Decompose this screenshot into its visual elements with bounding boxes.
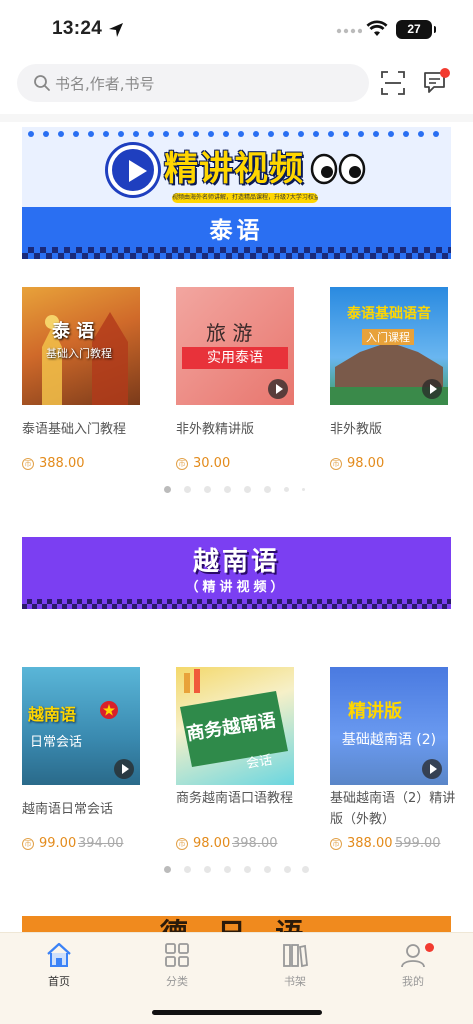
thumb-subtitle: 会话 bbox=[245, 753, 274, 772]
banner-subtitle: 视频由海外名师讲解，打造精品课程，升级7大学习权益 bbox=[172, 193, 318, 203]
thumb-title: 精讲版 bbox=[348, 701, 402, 722]
decorative-dots bbox=[28, 131, 439, 137]
tab-bookshelf[interactable]: 书架 bbox=[255, 941, 335, 991]
notification-dot bbox=[425, 943, 434, 952]
thai-video-banner[interactable]: 精讲视频 视频由海外名师讲解，打造精品课程，升级7大学习权益 泰语 bbox=[22, 127, 451, 259]
course-price: 98.00 bbox=[347, 456, 385, 471]
bookshelf-icon bbox=[283, 944, 308, 968]
search-icon bbox=[34, 75, 50, 91]
price-row: 币 98.00 398.00 bbox=[176, 835, 316, 853]
course-title: 非外教版 bbox=[330, 422, 383, 437]
coin-icon: 币 bbox=[330, 838, 342, 850]
course-thumbnail: 泰语基础语音 入门课程 bbox=[330, 287, 448, 405]
course-thumbnail: 商务越南语 会话 bbox=[176, 667, 294, 785]
user-icon bbox=[401, 944, 425, 968]
location-arrow-icon bbox=[109, 23, 123, 37]
original-price: 394.00 bbox=[78, 836, 124, 851]
home-indicator bbox=[152, 1010, 322, 1015]
course-title: 非外教精讲版 bbox=[176, 422, 255, 437]
course-title: 商务越南语口语教程 bbox=[176, 791, 294, 806]
coin-icon: 币 bbox=[22, 838, 34, 850]
course-thumbnail: 精讲版 基础越南语 (2) bbox=[330, 667, 448, 785]
checker-pattern bbox=[22, 247, 451, 259]
play-icon bbox=[422, 379, 442, 399]
banner-language-label: 泰语 bbox=[209, 218, 264, 244]
grid-icon bbox=[165, 943, 189, 967]
thumb-subtitle: 实用泰语 bbox=[182, 347, 288, 369]
course-price: 388.00 bbox=[347, 836, 393, 851]
play-icon bbox=[108, 145, 158, 195]
cartoon-eyes-icon bbox=[310, 153, 366, 185]
thumb-title: 泰 语 bbox=[52, 321, 95, 342]
coin-icon: 币 bbox=[176, 838, 188, 850]
checker-pattern bbox=[22, 599, 451, 609]
thumb-title: 旅 游 bbox=[206, 321, 253, 345]
course-title: 泰语基础入门教程 bbox=[22, 422, 127, 437]
banner-title: 精讲视频 bbox=[164, 149, 304, 189]
search-input[interactable]: 书名,作者,书号 bbox=[17, 64, 369, 102]
vietnamese-video-banner[interactable]: 越南语 （精讲视频） bbox=[22, 537, 451, 609]
price-row: 币 30.00 bbox=[176, 455, 316, 473]
play-icon bbox=[422, 759, 442, 779]
tab-label: 首页 bbox=[48, 975, 70, 988]
course-title: 基础越南语（2）精讲版（外教） bbox=[330, 791, 456, 827]
battery-indicator: 27 bbox=[396, 20, 436, 39]
course-title: 越南语日常会话 bbox=[22, 802, 114, 817]
course-thumbnail: 泰 语 基础入门教程 bbox=[22, 287, 140, 405]
price-row: 币 388.00 599.00 bbox=[330, 835, 470, 853]
price-row: 币 99.00 394.00 bbox=[22, 835, 162, 853]
cellular-signal-icon bbox=[336, 28, 362, 34]
carousel-pager bbox=[164, 486, 314, 494]
carousel-pager bbox=[164, 866, 314, 874]
price-row: 币 388.00 bbox=[22, 455, 162, 473]
thumb-subtitle: 基础入门教程 bbox=[46, 347, 112, 360]
scan-icon[interactable] bbox=[380, 70, 406, 96]
original-price: 398.00 bbox=[232, 836, 278, 851]
course-price: 30.00 bbox=[193, 456, 231, 471]
section-divider bbox=[0, 114, 473, 122]
banner-top-panel: 精讲视频 视频由海外名师讲解，打造精品课程，升级7大学习权益 bbox=[22, 127, 451, 207]
course-price: 98.00 bbox=[193, 836, 231, 851]
home-icon bbox=[47, 942, 71, 967]
course-price: 99.00 bbox=[39, 836, 77, 851]
thumb-title: 越南语 bbox=[28, 705, 77, 724]
coin-icon: 币 bbox=[176, 458, 188, 470]
course-thumbnail: 旅 游 实用泰语 bbox=[176, 287, 294, 405]
course-price: 388.00 bbox=[39, 456, 85, 471]
play-icon bbox=[114, 759, 134, 779]
thumb-subtitle: 日常会话 bbox=[30, 735, 83, 750]
tab-label: 书架 bbox=[284, 975, 306, 988]
course-thumbnail: 越南语 日常会话 bbox=[22, 667, 140, 785]
tab-label: 我的 bbox=[402, 975, 424, 988]
vietnam-flag-icon bbox=[100, 701, 118, 719]
coin-icon: 币 bbox=[22, 458, 34, 470]
status-bar: 13:24 27 bbox=[0, 0, 473, 60]
play-icon bbox=[268, 379, 288, 399]
banner-title: 越南语 bbox=[192, 547, 280, 577]
price-row: 币 98.00 bbox=[330, 455, 470, 473]
thumb-title: 泰语基础语音 bbox=[347, 306, 431, 322]
thumb-subtitle: 基础越南语 (2) bbox=[341, 732, 437, 748]
notification-dot bbox=[440, 68, 450, 78]
search-placeholder: 书名,作者,书号 bbox=[55, 75, 155, 93]
tab-category[interactable]: 分类 bbox=[137, 941, 217, 991]
banner-subtitle: （精讲视频） bbox=[185, 580, 288, 595]
original-price: 599.00 bbox=[395, 836, 441, 851]
status-time: 13:24 bbox=[52, 18, 103, 39]
wifi-icon bbox=[366, 20, 388, 36]
tab-label: 分类 bbox=[166, 975, 188, 988]
tab-home[interactable]: 首页 bbox=[19, 941, 99, 991]
thumb-subtitle: 入门课程 bbox=[362, 329, 414, 345]
coin-icon: 币 bbox=[330, 458, 342, 470]
tab-profile[interactable]: 我的 bbox=[373, 941, 453, 991]
